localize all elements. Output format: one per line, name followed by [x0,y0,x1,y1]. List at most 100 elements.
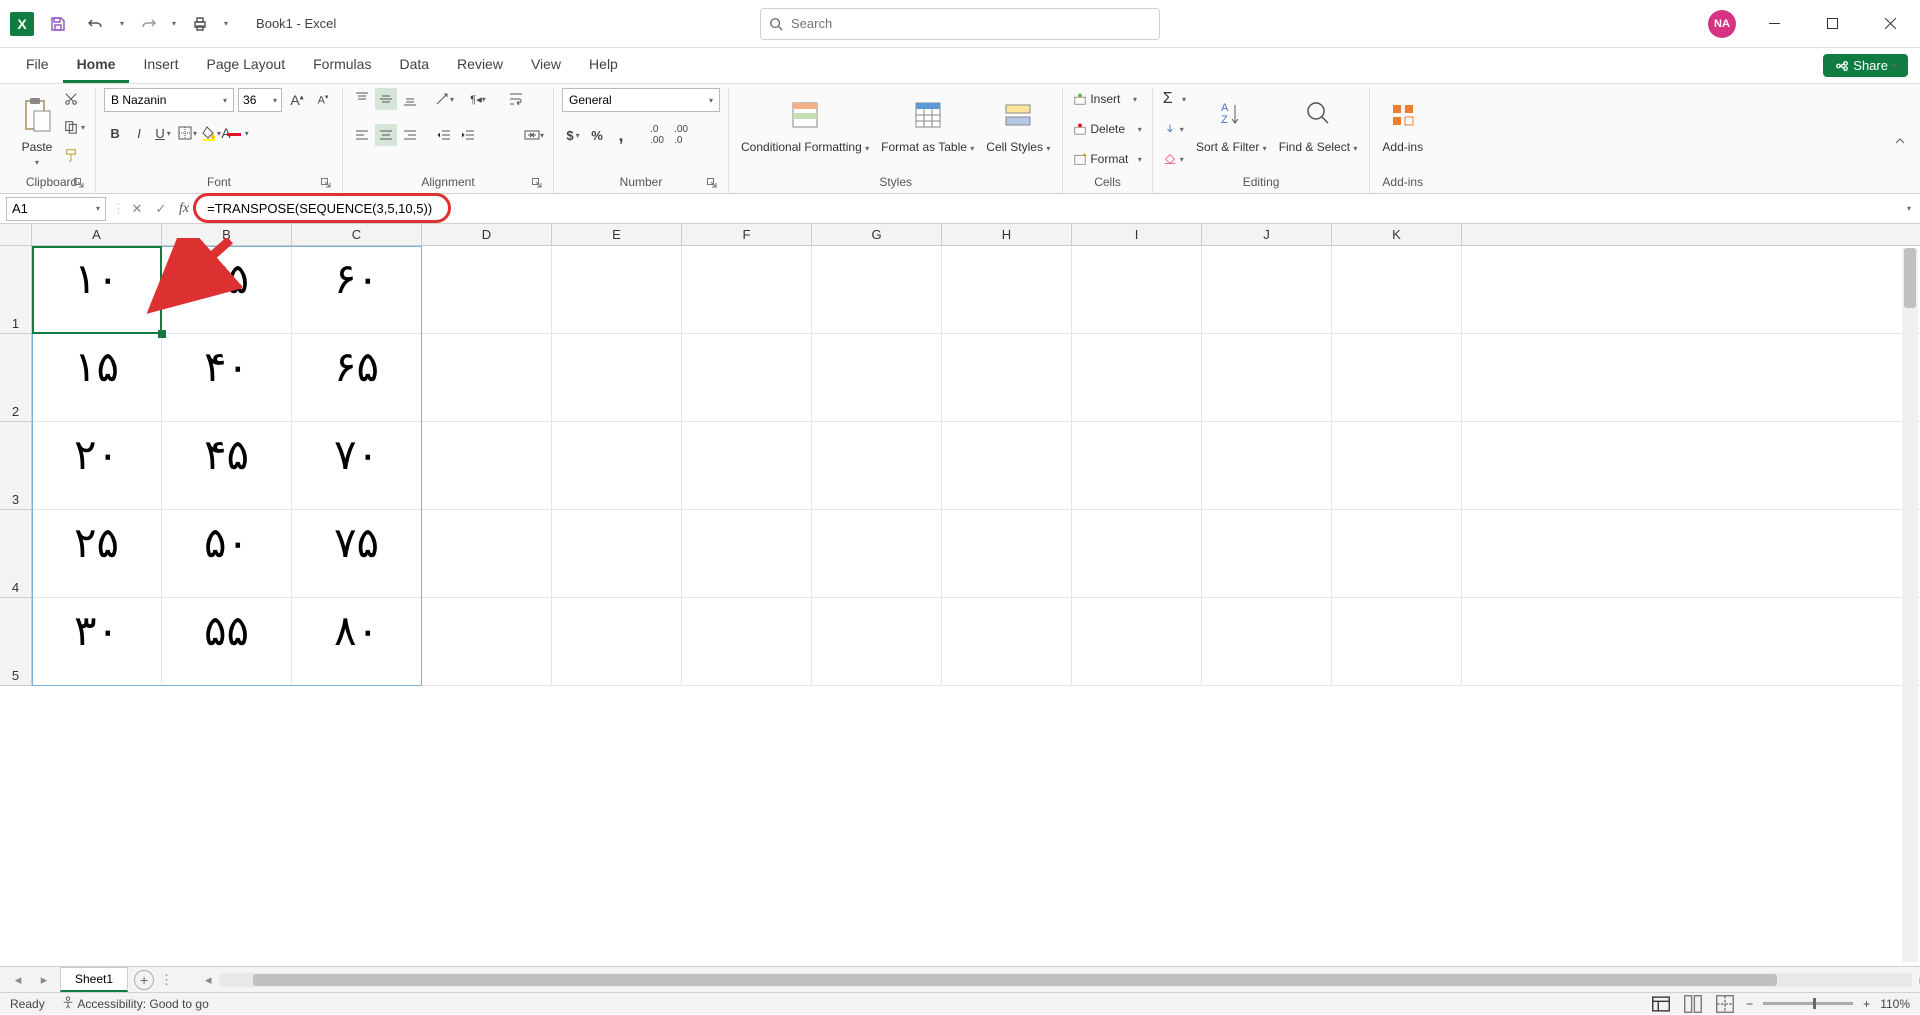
cell-A5[interactable]: ٣٠ [32,598,162,685]
format-cells-button[interactable]: Format ▾ [1071,148,1143,170]
row-header-5[interactable]: 5 [0,598,31,686]
increase-indent-button[interactable] [457,124,479,146]
undo-dropdown-icon[interactable]: ▾ [120,19,124,28]
horizontal-scrollbar[interactable]: ◂▸ [219,973,1912,987]
cell-D1[interactable] [422,246,552,333]
addins-button[interactable]: Add-ins [1378,88,1427,156]
sort-filter-button[interactable]: AZ Sort & Filter ▾ [1192,88,1271,156]
zoom-level[interactable]: 110% [1880,997,1910,1011]
tab-help[interactable]: Help [575,48,632,83]
save-icon[interactable] [44,10,72,38]
merge-button[interactable]: ▾ [523,124,545,146]
accounting-button[interactable]: $▾ [562,124,584,146]
col-header-C[interactable]: C [292,224,422,245]
percent-button[interactable]: % [586,124,608,146]
cell-C5[interactable]: ٨٠ [292,598,422,685]
cell-B1[interactable]: ٣۵ [162,246,292,333]
cell-B3[interactable]: ۴۵ [162,422,292,509]
fill-handle[interactable] [158,330,166,338]
fx-icon[interactable]: fx [179,201,189,217]
copy-button[interactable]: ▾ [62,116,87,138]
borders-button[interactable]: ▾ [176,122,198,144]
increase-decimal-button[interactable]: .0.00 [646,124,668,146]
font-launcher-icon[interactable] [320,177,332,189]
search-input[interactable] [791,16,1151,31]
find-select-button[interactable]: Find & Select ▾ [1275,88,1362,156]
enter-formula-button[interactable]: ✓ [149,197,173,221]
insert-cells-button[interactable]: Insert ▾ [1071,88,1143,110]
cancel-formula-button[interactable]: ✕ [125,197,149,221]
bold-button[interactable]: B [104,122,126,144]
tab-file[interactable]: File [12,48,63,83]
paste-button[interactable]: Paste▾ [16,88,58,171]
close-button[interactable] [1870,8,1910,40]
col-header-D[interactable]: D [422,224,552,245]
zoom-out-button[interactable]: − [1746,997,1753,1011]
share-button[interactable]: Share ▾ [1823,54,1908,77]
italic-button[interactable]: I [128,122,150,144]
sheet-nav-prev[interactable]: ◂ [8,972,28,988]
alignment-launcher-icon[interactable] [531,177,543,189]
cell-A2[interactable]: ١۵ [32,334,162,421]
col-header-I[interactable]: I [1072,224,1202,245]
autosum-button[interactable]: Σ ▾ [1161,88,1188,110]
tab-insert[interactable]: Insert [129,48,192,83]
sheet-tab-sheet1[interactable]: Sheet1 [60,967,128,992]
font-name-select[interactable]: B Nazanin▾ [104,88,234,112]
conditional-formatting-button[interactable]: Conditional Formatting ▾ [737,88,873,156]
qat-customize-icon[interactable]: ▾ [224,19,228,28]
font-size-select[interactable]: 36▾ [238,88,282,112]
cell-C2[interactable]: ۶۵ [292,334,422,421]
collapse-ribbon-button[interactable] [1888,88,1912,193]
increase-font-button[interactable]: A▴ [286,89,308,111]
orientation-button[interactable]: ▾ [433,88,455,110]
number-format-select[interactable]: General▾ [562,88,720,112]
fill-color-button[interactable]: ▾ [200,122,222,144]
user-avatar[interactable]: NA [1708,10,1736,38]
cell-A1[interactable]: ١٠ [32,246,162,333]
format-as-table-button[interactable]: Format as Table ▾ [877,88,978,156]
row-header-4[interactable]: 4 [0,510,31,598]
wrap-text-button[interactable] [505,88,527,110]
col-header-B[interactable]: B [162,224,292,245]
align-center-button[interactable] [375,124,397,146]
number-launcher-icon[interactable] [706,177,718,189]
print-icon[interactable] [186,10,214,38]
col-header-E[interactable]: E [552,224,682,245]
cell-B4[interactable]: ۵٠ [162,510,292,597]
fill-button[interactable]: ▾ [1161,118,1188,140]
align-middle-button[interactable] [375,88,397,110]
row-header-3[interactable]: 3 [0,422,31,510]
vertical-scrollbar[interactable] [1902,248,1918,962]
col-header-H[interactable]: H [942,224,1072,245]
cell-A3[interactable]: ٢٠ [32,422,162,509]
cell-styles-button[interactable]: Cell Styles ▾ [982,88,1054,156]
delete-cells-button[interactable]: Delete ▾ [1071,118,1143,140]
maximize-button[interactable] [1812,8,1852,40]
sheet-nav-next[interactable]: ▸ [34,972,54,988]
zoom-slider-handle[interactable] [1813,998,1816,1009]
formula-input[interactable]: =TRANSPOSE(SEQUENCE(3,5,10,5)) [199,199,440,218]
cells-area[interactable]: ١٠ ٣۵ ۶٠ ١۵ ۴٠ ۶۵ ٢٠ ۴۵ ٧٠ [32,246,1920,686]
align-left-button[interactable] [351,124,373,146]
clear-button[interactable]: ▾ [1161,148,1188,170]
align-right-button[interactable] [399,124,421,146]
horizontal-scrollbar-thumb[interactable] [253,974,1777,986]
col-header-J[interactable]: J [1202,224,1332,245]
cell-C4[interactable]: ٧۵ [292,510,422,597]
undo-icon[interactable] [82,10,110,38]
tab-data[interactable]: Data [385,48,443,83]
col-header-K[interactable]: K [1332,224,1462,245]
tab-formulas[interactable]: Formulas [299,48,385,83]
view-normal-button[interactable] [1650,995,1672,1013]
decrease-indent-button[interactable] [433,124,455,146]
align-bottom-button[interactable] [399,88,421,110]
cut-button[interactable] [62,88,87,110]
col-header-G[interactable]: G [812,224,942,245]
add-sheet-button[interactable]: + [134,970,154,990]
row-header-1[interactable]: 1 [0,246,31,334]
cell-B5[interactable]: ۵۵ [162,598,292,685]
expand-formula-bar-button[interactable]: ▾ [1898,204,1920,213]
cell-C1[interactable]: ۶٠ [292,246,422,333]
tab-page-layout[interactable]: Page Layout [192,48,299,83]
